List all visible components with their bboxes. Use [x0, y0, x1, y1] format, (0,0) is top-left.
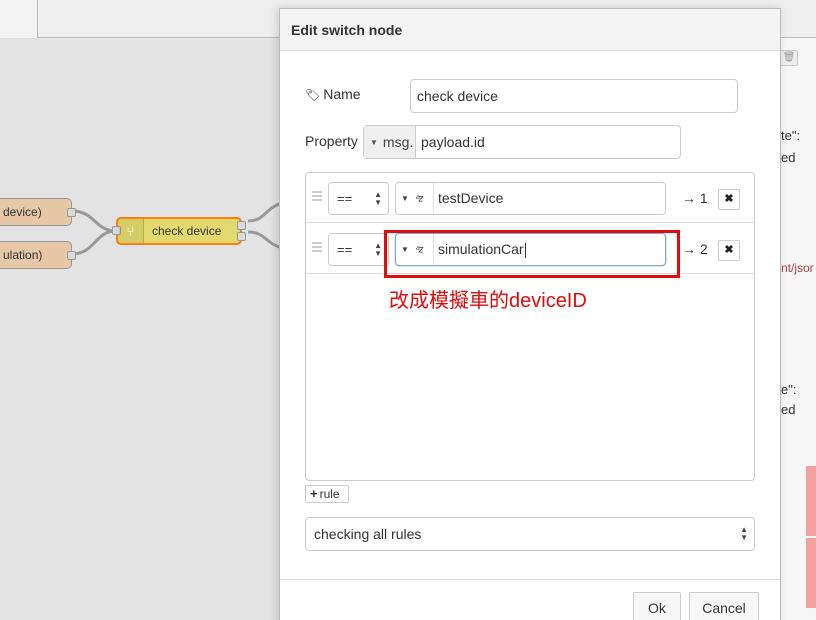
property-type-value: msg. [382, 134, 414, 150]
output-port[interactable] [67, 208, 76, 217]
output-label: → 1 [682, 190, 708, 206]
node-label: check device [152, 224, 222, 238]
inject-node-device[interactable]: device) [0, 198, 76, 226]
annotation-text: 改成模擬車的deviceID [389, 290, 587, 312]
debug-text: e": [781, 382, 797, 397]
drag-handle-icon[interactable] [312, 242, 322, 256]
delete-rule-button[interactable]: ✖ [718, 189, 740, 210]
name-input[interactable]: check device [410, 79, 738, 113]
debug-text: te": [781, 128, 801, 143]
edit-switch-dialog: Edit switch node 🏷 Name check device Prop… [279, 8, 781, 620]
caret-down-icon: ▼ [370, 138, 378, 148]
dialog-footer: Ok Cancel [280, 579, 780, 620]
dialog-title: Edit switch node [280, 9, 780, 51]
updown-icon: ▲ ▼ [374, 190, 382, 207]
add-rule-label: rule [319, 487, 340, 501]
property-field[interactable]: ▼ msg. payload.id [363, 125, 681, 159]
debug-marker [806, 538, 816, 608]
rule-value[interactable]: testDevice [438, 183, 503, 214]
node-label: ulation) [3, 248, 43, 262]
drag-handle-icon[interactable] [312, 191, 322, 205]
caret-down-icon: ▼ [401, 194, 409, 203]
operator-select[interactable]: == ▲ ▼ [328, 233, 389, 266]
operator-value: == [337, 191, 353, 206]
debug-text: nt/jsor [781, 261, 814, 275]
output-port-2[interactable] [237, 232, 246, 241]
debug-text: ed [781, 150, 796, 165]
dialog-body: 🏷 Name check device Property ▼ msg. payloa… [280, 52, 780, 587]
annotation-highlight-box [384, 230, 680, 278]
output-label: → 2 [682, 241, 708, 257]
check-mode-value: checking all rules [314, 526, 422, 542]
delete-rule-button[interactable]: ✖ [718, 240, 740, 261]
value-type-select[interactable]: ▼ ᵃz [396, 183, 434, 214]
add-rule-button[interactable]: + rule [305, 485, 349, 503]
rules-list[interactable]: == ▲ ▼ ▼ ᵃz testDevice → 1 ✖ == ▲ ▼ ▼ ᵃz… [305, 172, 755, 481]
check-mode-select[interactable]: checking all rules ▲ ▼ [305, 517, 755, 551]
property-input[interactable]: payload.id [421, 126, 485, 158]
inject-node-simulation[interactable]: ulation) [0, 241, 76, 269]
operator-select[interactable]: == ▲ ▼ [328, 182, 389, 215]
output-port[interactable] [67, 251, 76, 260]
property-label: Property [305, 133, 358, 149]
debug-marker [806, 466, 816, 536]
rule-row: == ▲ ▼ ▼ ᵃz testDevice → 1 ✖ [306, 173, 754, 223]
plus-icon: + [310, 486, 318, 501]
string-type-icon: ᵃz [415, 193, 424, 205]
cancel-button[interactable]: Cancel [689, 592, 759, 620]
updown-icon: ▲ ▼ [374, 241, 382, 258]
workspace-tab[interactable] [0, 0, 38, 38]
node-label: device) [3, 205, 42, 219]
debug-text: ed [781, 402, 796, 417]
switch-node[interactable]: ⑂ check device [112, 217, 246, 245]
rule-value-input[interactable]: ▼ ᵃz testDevice [395, 182, 666, 215]
name-label-row: 🏷 Name [305, 86, 361, 102]
switch-icon: ⑂ [118, 219, 144, 243]
output-port-1[interactable] [237, 221, 246, 230]
ok-button[interactable]: Ok [633, 592, 681, 620]
name-label: Name [323, 86, 361, 102]
tag-icon: 🏷 [305, 88, 321, 102]
trash-icon[interactable]: 🗑 [780, 50, 798, 66]
property-type-select[interactable]: ▼ msg. [364, 126, 416, 158]
updown-icon: ▲ ▼ [740, 525, 748, 542]
operator-value: == [337, 242, 353, 257]
